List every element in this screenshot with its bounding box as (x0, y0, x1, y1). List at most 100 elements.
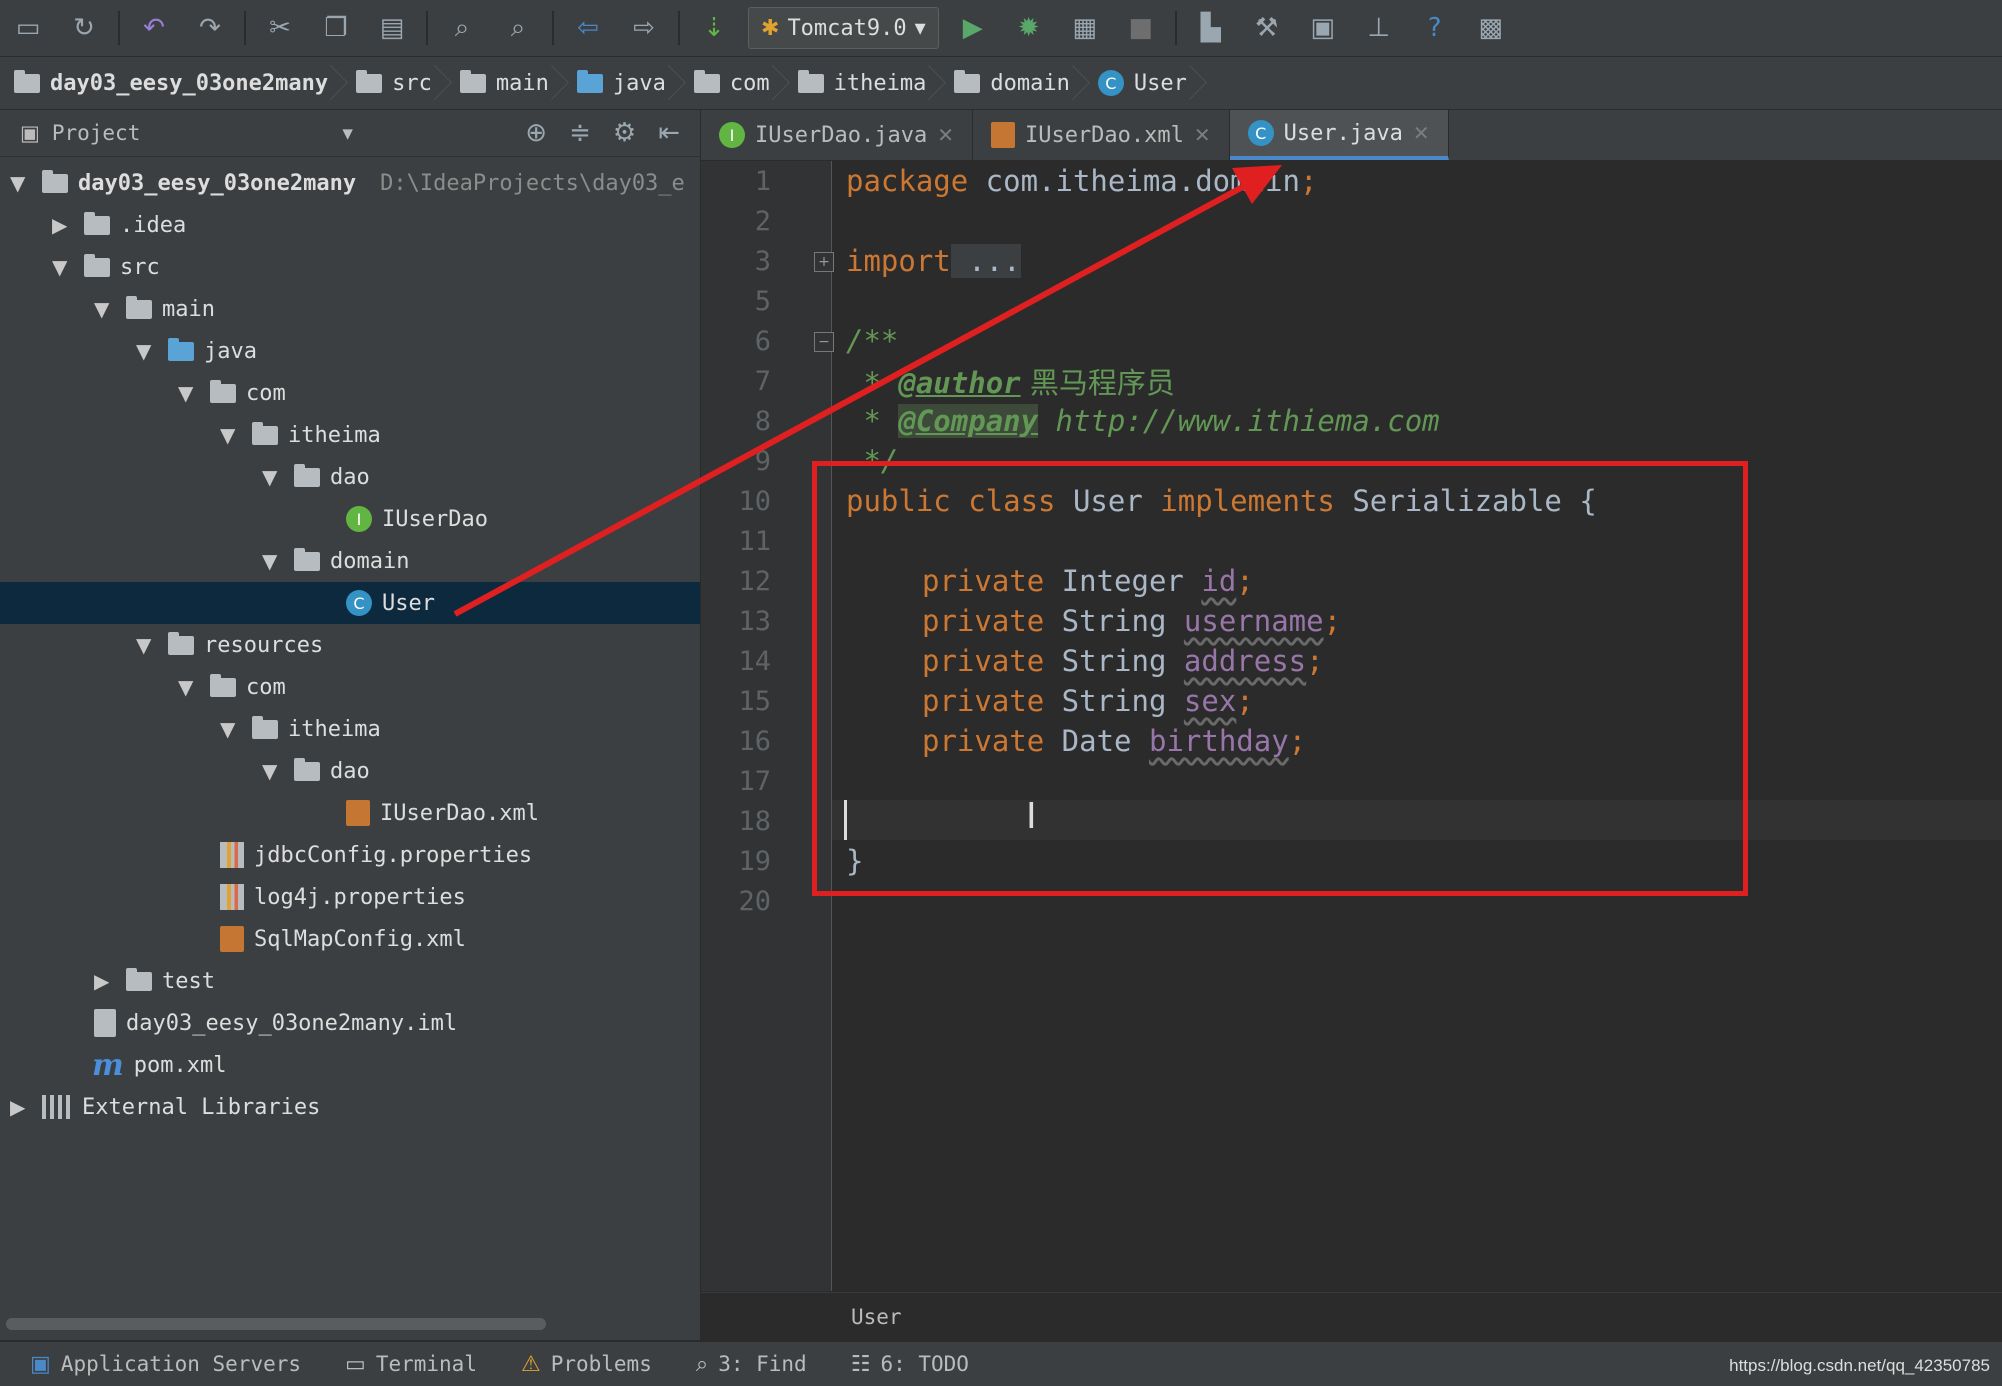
debug-icon[interactable]: ✹ (1007, 6, 1051, 50)
line-number: 2 (754, 205, 771, 237)
hide-panel-icon[interactable]: ⇤ (658, 118, 680, 148)
forward-icon[interactable]: ⇨ (622, 6, 666, 50)
tab-user-java[interactable]: C User.java ✕ (1229, 110, 1449, 160)
tree-node-res-com[interactable]: ▼ com (178, 666, 286, 708)
resources-folder-icon (168, 631, 194, 655)
horizontal-scrollbar[interactable] (6, 1318, 546, 1330)
folded-imports[interactable]: ... (950, 244, 1021, 278)
breadcrumb-domain[interactable]: domain (940, 57, 1083, 109)
chevron-down-icon: ▾ (914, 15, 926, 41)
tree-node-idea[interactable]: ▶ .idea (52, 204, 186, 246)
separator (118, 11, 120, 45)
breadcrumb-com[interactable]: com (680, 57, 784, 109)
chevron-down-icon[interactable]: ▾ (342, 121, 353, 145)
problems-button[interactable]: ⚠ Problems (521, 1352, 652, 1377)
tree-node-log4j[interactable]: log4j.properties (220, 876, 466, 918)
tree-node-resources[interactable]: ▼ resources (136, 624, 323, 666)
save-icon[interactable]: ▭ (6, 6, 50, 50)
tree-node-dao[interactable]: ▼ dao (262, 456, 370, 498)
tree-node-external-libraries[interactable]: ▶ External Libraries (10, 1086, 320, 1128)
main-toolbar: ▭ ↻ ↶ ↷ ✂ ❐ ▤ ⌕ ⌕ ⇦ ⇨ ⇣ ✱ Tomcat9.0 ▾ ▶ … (0, 0, 2002, 57)
line-number: 15 (738, 685, 771, 717)
expand-fold-icon[interactable]: + (814, 252, 834, 272)
separator (1174, 11, 1177, 45)
source-folder-icon (168, 337, 194, 361)
tree-node-user[interactable]: C User (346, 582, 435, 624)
cut-icon[interactable]: ✂ (258, 6, 302, 50)
collapse-fold-icon[interactable]: − (814, 332, 834, 352)
breadcrumb-project[interactable]: day03_eesy_03one2many (0, 57, 342, 109)
server-icon: ▣ (30, 1351, 51, 1377)
xml-file-icon (346, 800, 370, 826)
tree-node-java[interactable]: ▼ java (136, 330, 257, 372)
paste-icon[interactable]: ▤ (370, 6, 414, 50)
find-icon[interactable]: ⌕ (440, 6, 484, 50)
editor-breadcrumb[interactable]: User (701, 1292, 2002, 1340)
line-number: 7 (754, 365, 771, 397)
project-folder-icon (14, 69, 40, 93)
project-folder-icon (42, 169, 68, 193)
breadcrumb-src[interactable]: src (342, 57, 446, 109)
line-number: 3 (754, 245, 771, 277)
collapse-all-icon[interactable]: ≑ (569, 118, 591, 148)
breadcrumb-main[interactable]: main (446, 57, 563, 109)
gear-icon[interactable]: ⚙ (613, 118, 636, 148)
tree-node-domain[interactable]: ▼ domain (262, 540, 409, 582)
tree-node-src[interactable]: ▼ src (52, 246, 160, 288)
tree-node-main[interactable]: ▼ main (94, 288, 215, 330)
breadcrumb-user[interactable]: C User (1084, 57, 1201, 109)
tab-iuserdao-xml[interactable]: IUserDao.xml ✕ (973, 110, 1230, 160)
replace-icon[interactable]: ⌕ (496, 6, 540, 50)
project-panel: ▣ Project ▾ ⊕ ≑ ⚙ ⇤ ▼ day03_eesy_03one2ma… (0, 110, 701, 1340)
vcs-icon[interactable]: ⊥ (1357, 6, 1401, 50)
project-panel-title[interactable]: Project (52, 121, 141, 145)
copy-icon[interactable]: ❐ (314, 6, 358, 50)
close-icon[interactable]: ✕ (1194, 123, 1211, 147)
build-icon[interactable]: ⇣ (692, 6, 736, 50)
tasks-icon[interactable]: ▩ (1469, 6, 1513, 50)
locate-icon[interactable]: ⊕ (525, 118, 547, 148)
find-button[interactable]: ⌕ 3: Find (696, 1352, 807, 1377)
run-config-select[interactable]: ✱ Tomcat9.0 ▾ (748, 7, 939, 49)
tree-node-project[interactable]: ▼ day03_eesy_03one2many D:\IdeaProjects\da… (10, 162, 685, 204)
tab-iuserdao-java[interactable]: I IUserDao.java ✕ (701, 110, 973, 160)
tree-node-test[interactable]: ▶ test (94, 960, 215, 1002)
tree-node-jdbcconfig[interactable]: jdbcConfig.properties (220, 834, 532, 876)
line-number: 6 (754, 325, 771, 357)
xml-file-icon (990, 122, 1015, 148)
line-number: 9 (754, 445, 771, 477)
project-panel-header: ▣ Project ▾ ⊕ ≑ ⚙ ⇤ (0, 110, 700, 157)
coverage-icon[interactable]: ▦ (1063, 6, 1107, 50)
application-servers-button[interactable]: ▣ Application Servers (30, 1352, 301, 1377)
breadcrumb-java[interactable]: java (563, 57, 680, 109)
package-icon (693, 69, 720, 93)
close-icon[interactable]: ✕ (937, 123, 954, 147)
tree-node-pom[interactable]: m pom.xml (92, 1044, 226, 1086)
line-number: 10 (738, 485, 771, 517)
back-icon[interactable]: ⇦ (566, 6, 610, 50)
class-icon: C (1097, 70, 1124, 96)
tree-node-iuserdao-xml[interactable]: IUserDao.xml (346, 792, 539, 834)
tree-node-iml[interactable]: day03_eesy_03one2many.iml (94, 1002, 457, 1044)
tree-node-com[interactable]: ▼ com (178, 372, 286, 414)
project-structure-icon[interactable]: ▙ (1189, 6, 1233, 50)
code-editor[interactable]: 1 package com.itheima.domain; 2 3 + import … (701, 161, 2002, 1291)
tree-node-res-dao[interactable]: ▼ dao (262, 750, 370, 792)
redo-icon[interactable]: ↷ (188, 6, 232, 50)
run-icon[interactable]: ▶ (951, 6, 995, 50)
tree-node-res-itheima[interactable]: ▼ itheima (220, 708, 381, 750)
stop-icon[interactable]: ■ (1119, 6, 1163, 50)
tree-node-sqlmapconfig[interactable]: SqlMapConfig.xml (220, 918, 466, 960)
sdk-icon[interactable]: ▣ (1301, 6, 1345, 50)
tree-node-iuserdao[interactable]: I IUserDao (346, 498, 488, 540)
close-icon[interactable]: ✕ (1413, 121, 1430, 145)
terminal-button[interactable]: ▭ Terminal (345, 1352, 477, 1377)
undo-icon[interactable]: ↶ (132, 6, 176, 50)
editor-tabs: I IUserDao.java ✕ IUserDao.xml ✕ C User.java… (701, 110, 2002, 161)
settings-icon[interactable]: ⚒ (1245, 6, 1289, 50)
todo-button[interactable]: ☷ 6: TODO (851, 1352, 969, 1377)
sync-icon[interactable]: ↻ (62, 6, 106, 50)
tree-node-itheima[interactable]: ▼ itheima (220, 414, 381, 456)
help-icon[interactable]: ? (1413, 6, 1457, 50)
breadcrumb-itheima[interactable]: itheima (784, 57, 941, 109)
